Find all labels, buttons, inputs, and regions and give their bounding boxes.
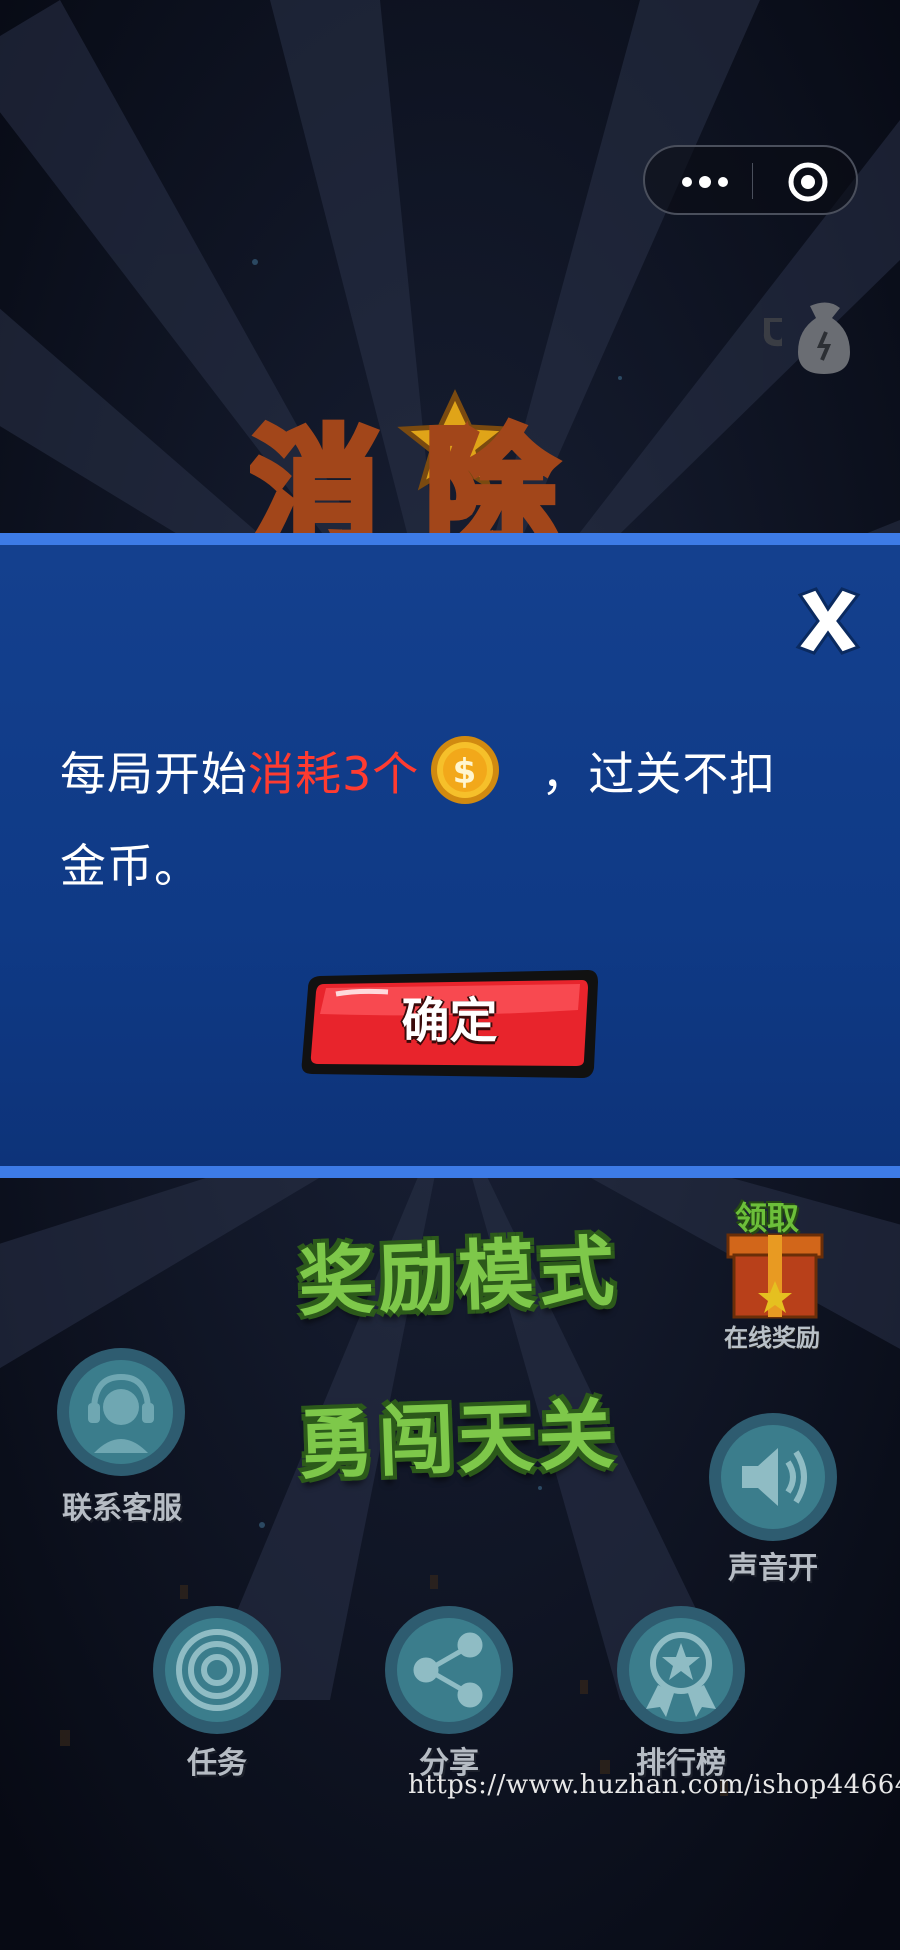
gift-online-reward-label: 在线奖励	[724, 1324, 820, 1352]
modal-message: 每局开始消耗3个 $ ，过关不扣 金币。	[60, 728, 860, 912]
close-x-icon[interactable]	[790, 583, 866, 659]
gold-coin-icon: $	[431, 736, 500, 804]
customer-service-label: 联系客服	[62, 1491, 182, 1526]
target-close-icon[interactable]	[787, 161, 829, 203]
sound-label: 声音开	[728, 1551, 818, 1586]
customer-service-button[interactable]	[54, 1345, 188, 1479]
game-title-partial: 消 除	[250, 385, 670, 535]
capsule-divider	[752, 163, 753, 199]
sound-button[interactable]	[706, 1410, 840, 1544]
challenge-mode-button[interactable]: 勇闯天关	[296, 1372, 620, 1493]
watermark-url: https://www.huzhan.com/ishop44664	[408, 1770, 900, 1800]
title-text: 消 除	[250, 414, 556, 535]
reward-mode-button[interactable]: 奖励模式	[296, 1209, 620, 1330]
miniprogram-capsule	[643, 145, 858, 215]
more-dots-icon[interactable]	[675, 167, 735, 197]
message-prefix: 每局开始	[60, 747, 248, 801]
message-cost: 消耗3个	[248, 747, 420, 801]
share-button[interactable]	[382, 1603, 516, 1737]
ranking-button[interactable]	[614, 1603, 748, 1737]
message-line2: 金币。	[60, 839, 201, 893]
confirm-button-label: 确定	[401, 993, 498, 1049]
tasks-button[interactable]	[150, 1603, 284, 1737]
tasks-label: 任务	[187, 1746, 247, 1781]
message-suffix: ，过关不扣	[541, 747, 777, 801]
gift-claim-label: 领取	[735, 1199, 800, 1237]
money-bag-icon[interactable]	[758, 300, 858, 376]
svg-text:$: $	[453, 752, 478, 792]
